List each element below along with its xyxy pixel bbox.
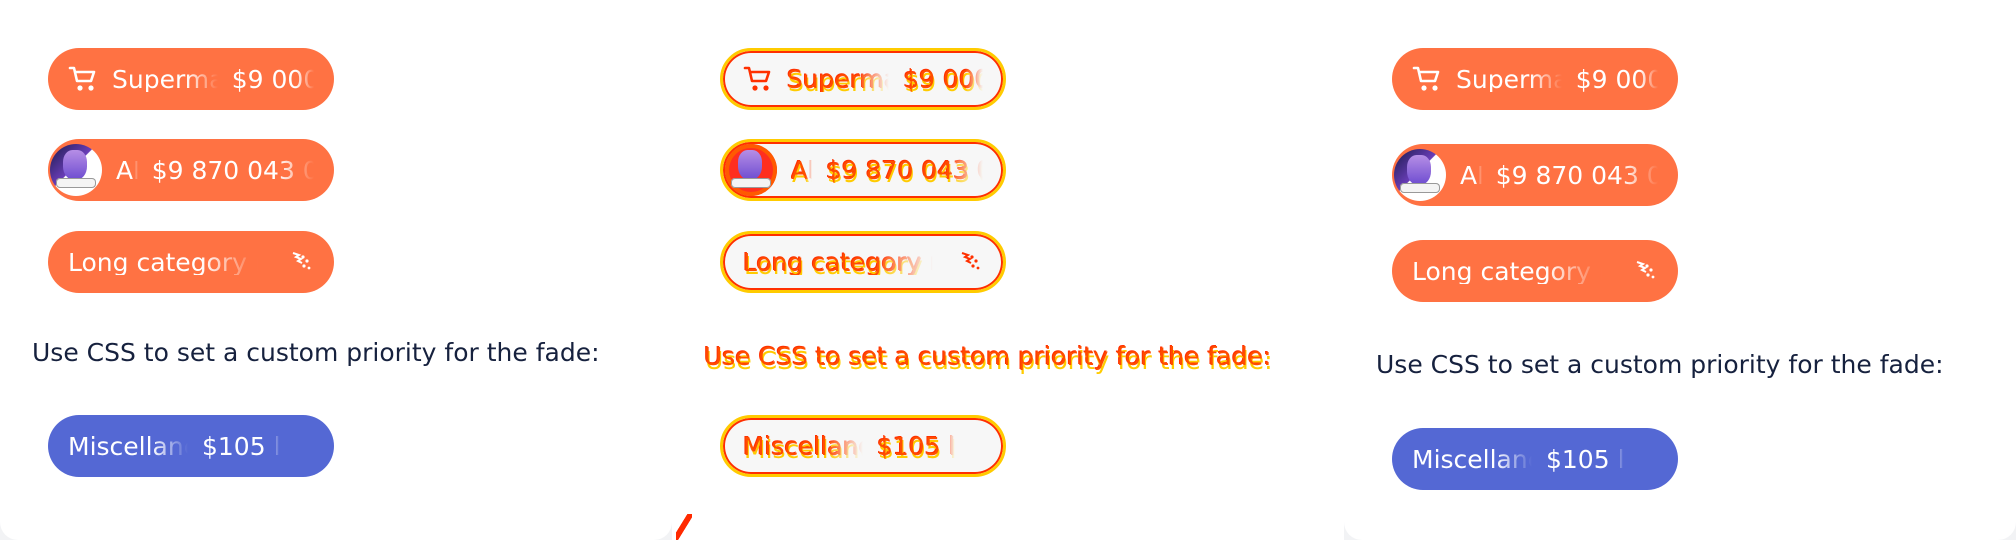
category-pill-ai[interactable]: AI $9 870 043 00 [1392,144,1678,206]
category-label: Miscellaneou [743,433,863,459]
category-amount: $9 870 043 00 [1495,162,1658,188]
left-panel: Superma $9 000 AI $9 870 043 00 Long cat… [0,0,672,540]
category-pill-supermarket[interactable]: Superma $9 000 [48,48,334,110]
category-label: Superma [112,66,218,92]
category-pill-long[interactable]: Long category na [1392,240,1678,302]
avatar-icon [1394,149,1446,201]
diff-panel: Superma $9 000 AI $9 870 043 00 Long cat… [672,0,1344,540]
category-pill-miscellaneous[interactable]: Miscellaneou $105 l [1392,428,1678,490]
category-label: Superma [1456,66,1562,92]
category-amount: $105 l [1546,446,1625,472]
category-amount: $9 000 [231,66,314,92]
avatar-icon [50,144,102,196]
category-label: Long category na [68,249,258,275]
fade-priority-helper: Use CSS to set a custom priority for the… [32,338,600,367]
cart-icon [743,65,773,93]
cart-icon [1412,65,1442,93]
category-label: Long category na [743,249,933,275]
category-label: AI [1460,162,1482,188]
category-pill-supermarket[interactable]: Superma $9 000 [1392,48,1678,110]
sparkle-icon [288,249,314,275]
sparkle-icon [957,249,983,275]
category-pill-ai[interactable]: AI $9 870 043 00 [720,139,1006,201]
category-pill-long[interactable]: Long category na [48,231,334,293]
category-amount: $9 000 [1575,66,1658,92]
category-pill-miscellaneous[interactable]: Miscellaneou $105 l [720,415,1006,477]
category-amount: $9 000 [903,66,983,92]
category-amount: $9 870 043 00 [151,157,314,183]
comparison-board: Superma $9 000 AI $9 870 043 00 Long cat… [0,0,2016,540]
cart-icon [68,65,98,93]
category-pill-ai[interactable]: AI $9 870 043 00 [48,139,334,201]
category-label: Long category na [1412,258,1602,284]
category-label: Superma [787,66,890,92]
fade-priority-helper: Use CSS to set a custom priority for the… [1376,350,1944,379]
category-pill-miscellaneous[interactable]: Miscellaneou $105 l [48,415,334,477]
category-label: Miscellaneou [68,433,188,459]
category-amount: $9 870 043 00 [826,157,983,183]
sparkle-icon [1632,258,1658,284]
avatar-icon [725,144,777,196]
category-amount: $105 l [202,433,281,459]
category-label: Miscellaneou [1412,446,1532,472]
category-pill-long[interactable]: Long category na [720,231,1006,293]
right-panel: Superma $9 000 AI $9 870 043 00 Long cat… [1344,0,2016,540]
category-label: AI [116,157,138,183]
category-amount: $105 l [877,433,956,459]
category-pill-supermarket[interactable]: Superma $9 000 [720,48,1006,110]
fade-priority-helper: Use CSS to set a custom priority for the… [704,342,1272,371]
diff-artifact [676,514,692,540]
category-label: AI [791,157,812,183]
